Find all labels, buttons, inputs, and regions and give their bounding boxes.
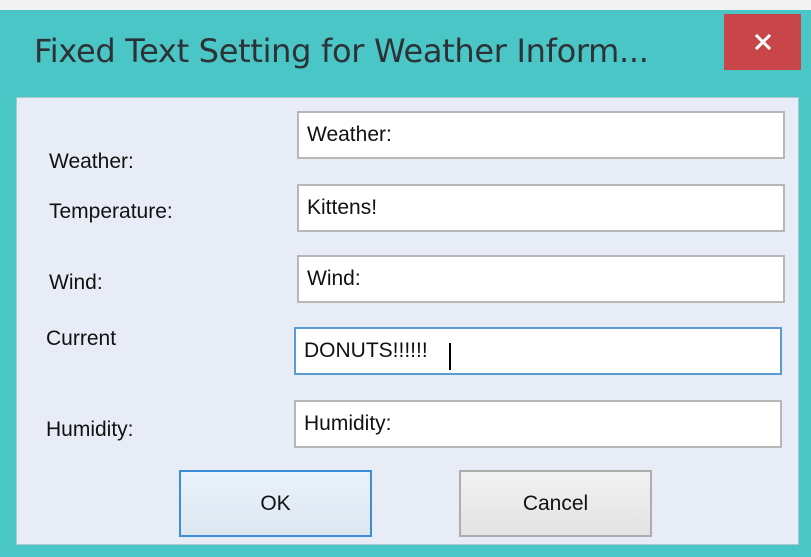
text-caret — [449, 343, 451, 370]
window-title: Fixed Text Setting for Weather Inform... — [34, 32, 649, 70]
wind-input[interactable] — [297, 255, 785, 303]
temperature-input[interactable] — [297, 184, 785, 232]
temperature-label: Temperature: — [49, 200, 173, 223]
current-label: Current — [46, 327, 117, 350]
wind-label: Wind: — [49, 271, 103, 294]
humidity-input[interactable] — [294, 400, 782, 448]
window-top-edge — [0, 0, 811, 10]
weather-input[interactable] — [297, 111, 785, 159]
close-button[interactable] — [724, 14, 801, 70]
close-icon — [755, 34, 771, 50]
humidity-label: Humidity: — [46, 418, 134, 441]
weather-label: Weather: — [49, 150, 134, 173]
dialog-window: Fixed Text Setting for Weather Inform...… — [0, 0, 811, 557]
cancel-button[interactable]: Cancel — [459, 470, 652, 537]
ok-button[interactable]: OK — [179, 470, 372, 537]
current-input[interactable] — [294, 327, 782, 375]
